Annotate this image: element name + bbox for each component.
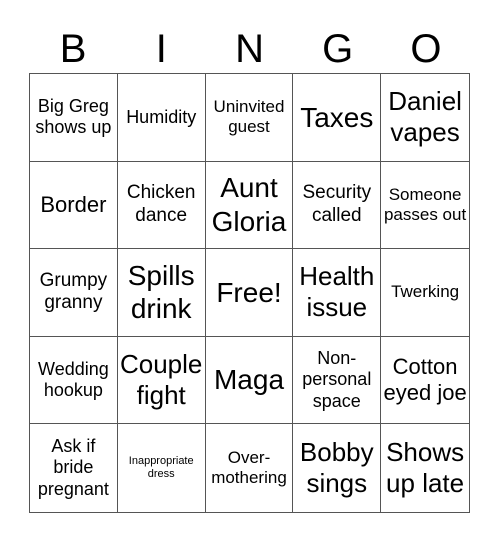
free-space-cell[interactable]: Free! bbox=[205, 249, 294, 337]
header-letter-o: O bbox=[410, 27, 442, 71]
bingo-cell[interactable]: Spills drink bbox=[117, 249, 206, 337]
bingo-cell[interactable]: Bobby sings bbox=[293, 424, 382, 512]
bingo-cell[interactable]: Maga bbox=[205, 336, 294, 425]
bingo-cell[interactable]: Aunt Gloria bbox=[205, 161, 294, 250]
bingo-cell[interactable]: Taxes bbox=[293, 74, 382, 162]
header-letter-i: I bbox=[155, 27, 167, 71]
bingo-header: B I N G O bbox=[29, 26, 470, 72]
bingo-cell[interactable]: Security called bbox=[293, 161, 382, 250]
bingo-cell[interactable]: Grumpy granny bbox=[30, 249, 118, 337]
header-letter-g: G bbox=[322, 27, 354, 71]
bingo-cell[interactable]: Ask if bride pregnant bbox=[30, 424, 118, 512]
bingo-cell[interactable]: Non-personal space bbox=[293, 336, 382, 425]
bingo-cell[interactable]: Inappropriate dress bbox=[118, 424, 206, 512]
bingo-cell[interactable]: Border bbox=[30, 161, 118, 250]
bingo-cell[interactable]: Shows up late bbox=[381, 424, 469, 512]
bingo-grid: Big Greg shows up Humidity Uninvited guest… bbox=[29, 73, 470, 513]
bingo-cell[interactable]: Cotton eyed joe bbox=[381, 337, 469, 425]
bingo-cell[interactable]: Humidity bbox=[117, 74, 206, 162]
bingo-cell[interactable]: Big Greg shows up bbox=[30, 74, 118, 162]
bingo-cell[interactable]: Wedding hookup bbox=[30, 336, 118, 425]
header-letter-n: N bbox=[235, 27, 264, 71]
bingo-cell[interactable]: Health issue bbox=[293, 249, 382, 337]
bingo-cell[interactable]: Twerking bbox=[381, 249, 469, 337]
bingo-cell[interactable]: Chicken dance bbox=[117, 161, 206, 250]
bingo-cell[interactable]: Over-mothering bbox=[206, 424, 294, 512]
bingo-cell[interactable]: Uninvited guest bbox=[205, 74, 294, 162]
bingo-cell[interactable]: Someone passes out bbox=[381, 162, 469, 250]
bingo-cell[interactable]: Couple fight bbox=[117, 336, 206, 425]
bingo-cell[interactable]: Daniel vapes bbox=[381, 74, 469, 162]
header-letter-b: B bbox=[59, 27, 87, 71]
